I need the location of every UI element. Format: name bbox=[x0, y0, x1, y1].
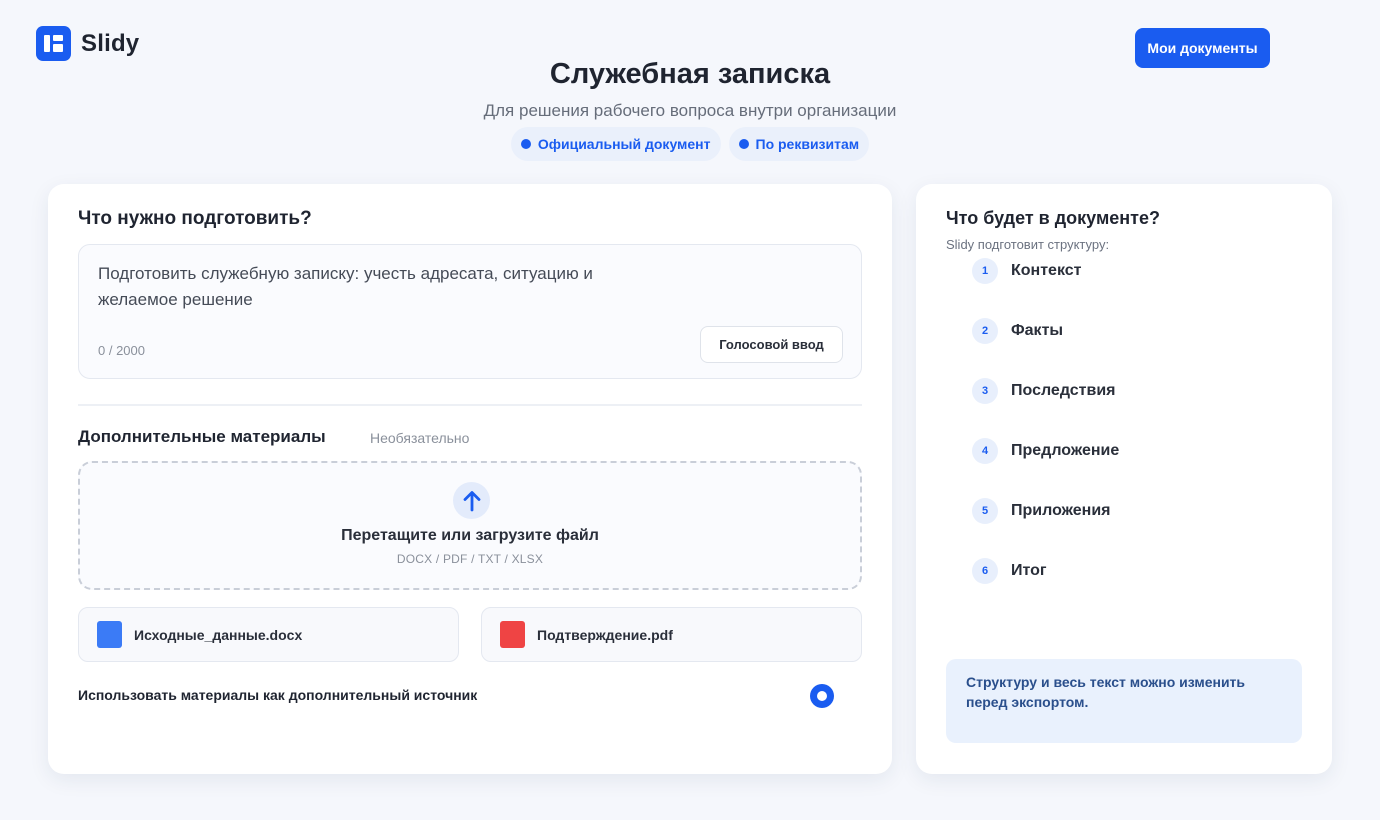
structure-card: Что будет в документе? Slidy подготовит … bbox=[916, 184, 1332, 774]
logo-text: Slidy bbox=[81, 29, 140, 57]
dropzone-title: Перетащите или загрузите файл bbox=[341, 527, 599, 544]
materials-heading: Дополнительные материалы bbox=[78, 427, 326, 446]
structure-step: 5 Приложения bbox=[972, 498, 1272, 524]
structure-subheading: Slidy подготовит структуру: bbox=[946, 237, 1110, 252]
page-title: Служебная записка bbox=[549, 58, 831, 90]
upload-icon bbox=[453, 482, 490, 519]
dropzone-formats: DOCX / PDF / TXT / XLSX bbox=[396, 552, 544, 566]
logo-icon bbox=[36, 26, 71, 61]
step-label: Предложение bbox=[1011, 442, 1120, 459]
task-textarea[interactable]: Подготовить служебную записку: учесть ад… bbox=[78, 244, 862, 379]
voice-input-button[interactable]: Голосовой ввод bbox=[700, 326, 843, 363]
edit-note: Структуру и весь текст можно изменить пе… bbox=[946, 659, 1302, 743]
task-card: Что нужно подготовить? Подготовить служе… bbox=[48, 184, 892, 774]
task-heading: Что нужно подготовить? bbox=[78, 208, 312, 229]
use-materials-radio[interactable] bbox=[810, 684, 834, 708]
materials-optional-label: Необязательно bbox=[370, 430, 470, 446]
char-counter: 0 / 2000 bbox=[98, 343, 145, 358]
step-label: Последствия bbox=[1011, 382, 1116, 399]
use-materials-label: Использовать материалы как дополнительны… bbox=[78, 687, 478, 703]
step-number: 1 bbox=[972, 258, 998, 284]
file-name: Исходные_данные.docx bbox=[134, 626, 303, 643]
step-label: Факты bbox=[1011, 322, 1064, 339]
structure-step: 2 Факты bbox=[972, 318, 1272, 344]
structure-step: 6 Итог bbox=[972, 558, 1272, 584]
page: Slidy Мои документы Служебная записка Дл… bbox=[0, 0, 1380, 820]
dot-icon bbox=[738, 139, 749, 149]
pdf-file-icon bbox=[500, 621, 525, 648]
structure-step: 1 Контекст bbox=[972, 258, 1272, 284]
structure-step: 3 Последствия bbox=[972, 378, 1272, 404]
badge-label: По реквизитам bbox=[755, 136, 860, 152]
badge-requisites: По реквизитам bbox=[728, 127, 870, 161]
step-label: Итог bbox=[1011, 562, 1047, 579]
file-chip-pdf[interactable]: Подтверждение.pdf bbox=[481, 607, 862, 662]
structure-step: 4 Предложение bbox=[972, 438, 1272, 464]
structure-heading: Что будет в документе? bbox=[946, 208, 1160, 228]
file-dropzone[interactable]: Перетащите или загрузите файл DOCX / PDF… bbox=[78, 461, 862, 590]
file-chip-docx[interactable]: Исходные_данные.docx bbox=[78, 607, 459, 662]
logo[interactable]: Slidy bbox=[36, 26, 139, 61]
step-number: 4 bbox=[972, 438, 998, 464]
badge-official: Официальный документ bbox=[510, 127, 721, 161]
divider bbox=[78, 404, 862, 406]
step-number: 6 bbox=[972, 558, 998, 584]
step-label: Контекст bbox=[1011, 262, 1082, 279]
step-label: Приложения bbox=[1011, 502, 1111, 519]
dot-icon bbox=[520, 139, 531, 149]
badges: Официальный документ По реквизитам bbox=[0, 127, 1380, 161]
badge-label: Официальный документ bbox=[537, 136, 711, 152]
step-number: 3 bbox=[972, 378, 998, 404]
page-subtitle: Для решения рабочего вопроса внутри орга… bbox=[483, 101, 897, 120]
step-number: 5 bbox=[972, 498, 998, 524]
docx-file-icon bbox=[97, 621, 122, 648]
task-text[interactable]: Подготовить служебную записку: учесть ад… bbox=[98, 261, 658, 313]
file-name: Подтверждение.pdf bbox=[537, 626, 673, 643]
step-number: 2 bbox=[972, 318, 998, 344]
